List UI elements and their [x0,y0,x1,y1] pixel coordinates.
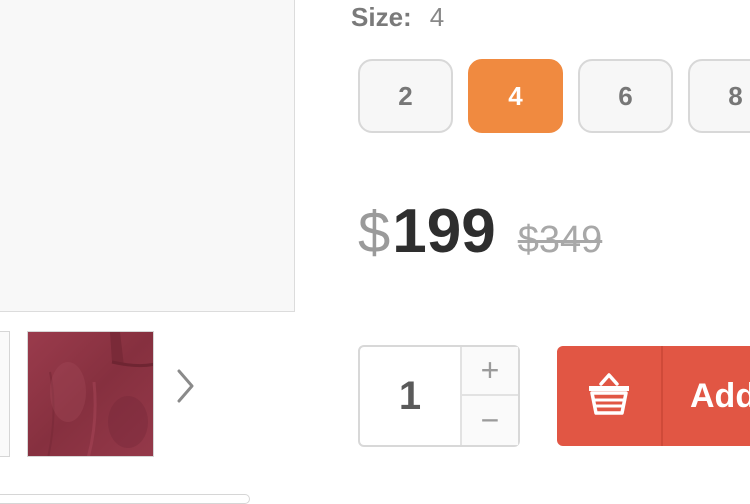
selected-size-value: 4 [429,2,445,32]
add-to-cart-label: Add [690,377,750,415]
quantity-input[interactable]: 1 [360,347,460,445]
quantity-step-buttons: + − [460,347,518,445]
price-block: $ 199 $349 [358,196,602,270]
content-divider [0,494,250,504]
cart-icon-box [557,346,663,446]
size-option-2[interactable]: 2 [358,59,453,133]
size-label-row: Size: 4 [351,2,444,36]
current-price: 199 [392,197,496,266]
thumbnail-next-button[interactable] [170,366,200,410]
size-label: Size: [351,2,412,32]
quantity-increment-button[interactable]: + [462,347,518,396]
quantity-stepper: 1 + − [358,345,520,447]
thumbnail-previous[interactable] [0,331,10,457]
size-option-6[interactable]: 6 [578,59,673,133]
chevron-right-icon [175,368,195,409]
price-currency: $ [358,200,391,265]
basket-icon [586,372,632,421]
size-option-8[interactable]: 8 [688,59,750,133]
quantity-decrement-button[interactable]: − [462,396,518,445]
thumbnail-pants[interactable] [27,331,154,457]
original-price: $349 [517,219,603,261]
size-option-4[interactable]: 4 [468,59,563,133]
add-to-cart-button[interactable]: Add [557,346,750,446]
main-product-image [0,0,295,312]
